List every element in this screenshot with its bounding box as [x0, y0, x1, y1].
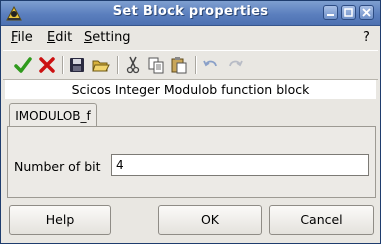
number-of-bit-label: Number of bit	[14, 159, 101, 174]
ok-button-label: OK	[200, 212, 220, 227]
menu-file-label: File	[11, 30, 33, 45]
close-button[interactable]	[359, 5, 374, 20]
copy-icon[interactable]	[146, 55, 166, 75]
redo-icon[interactable]	[225, 55, 245, 75]
menu-edit[interactable]: Edit	[47, 30, 72, 45]
help-button[interactable]: Help	[9, 205, 111, 235]
undo-icon[interactable]	[201, 55, 221, 75]
menu-setting[interactable]: Setting	[84, 30, 131, 45]
menu-help-label: ?	[363, 30, 370, 45]
help-button-label: Help	[45, 212, 75, 227]
menu-edit-label: Edit	[47, 30, 73, 45]
title-bar[interactable]: Set Block properties	[1, 1, 380, 26]
toolbar	[3, 50, 378, 80]
menu-file[interactable]: File	[11, 30, 33, 45]
menu-help[interactable]: ?	[363, 30, 370, 45]
number-of-bit-input[interactable]: 4	[111, 154, 369, 176]
cancel-button-label: Cancel	[300, 212, 343, 227]
toolbar-separator	[62, 56, 63, 74]
minimize-icon	[327, 14, 334, 16]
ok-icon[interactable]	[13, 55, 33, 75]
block-description: Scicos Integer Modulob function block	[5, 80, 376, 99]
close-icon	[362, 8, 371, 17]
paste-icon[interactable]	[169, 55, 189, 75]
menu-bar: File Edit Setting ?	[1, 26, 380, 48]
open-icon[interactable]	[91, 55, 111, 75]
menu-setting-label: Setting	[84, 30, 131, 45]
ok-button[interactable]: OK	[158, 205, 262, 235]
tab-imodulob-f[interactable]: IMODULOB_f	[9, 103, 97, 127]
dialog-window: Set Block properties File Edit Setting ?	[0, 0, 381, 244]
parameters-panel: Number of bit 4	[7, 126, 376, 198]
minimize-button[interactable]	[323, 5, 338, 20]
cancel-button[interactable]: Cancel	[269, 205, 374, 235]
tab-label: IMODULOB_f	[15, 109, 91, 123]
maximize-button[interactable]	[341, 5, 356, 20]
toolbar-separator	[195, 56, 196, 74]
save-icon[interactable]	[67, 55, 87, 75]
cancel-icon[interactable]	[37, 55, 57, 75]
toolbar-separator	[117, 56, 118, 74]
cut-icon[interactable]	[123, 55, 143, 75]
maximize-icon	[344, 8, 353, 17]
